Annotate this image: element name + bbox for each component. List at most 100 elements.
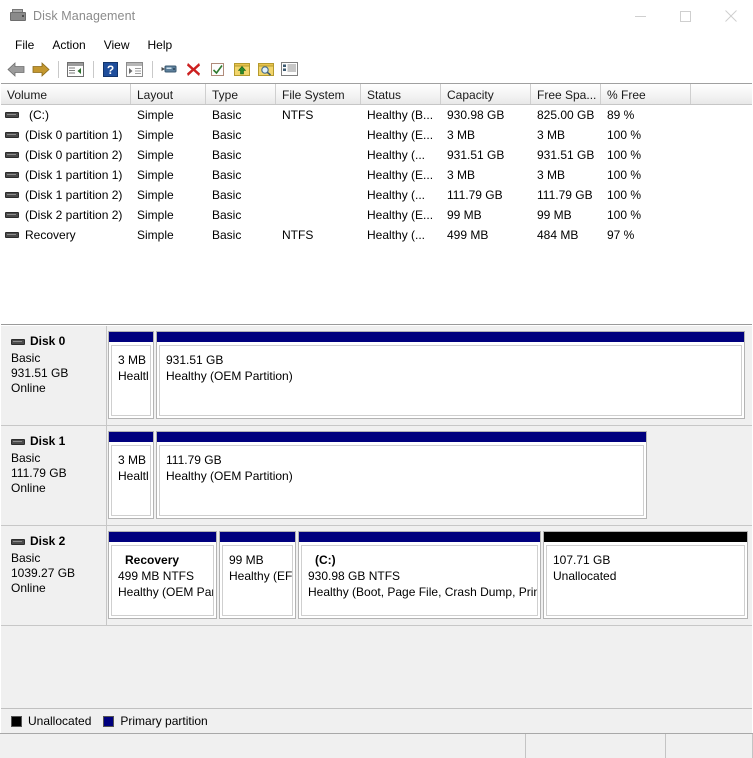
partition-details: Recovery 499 MB NTFS Healthy (OEM Par (111, 545, 214, 616)
cell-status: Healthy (... (367, 188, 426, 202)
partition-block[interactable]: 3 MB Healtl (108, 431, 154, 519)
close-button[interactable] (708, 0, 753, 33)
column-header-file-system[interactable]: File System (276, 84, 361, 104)
cell-free-space: 931.51 GB (537, 148, 595, 162)
disk-partitions-0: 3 MB Healtl 931.51 GB Healthy (OEM Parti… (107, 326, 752, 425)
disk-name-label: Disk 2 (30, 534, 66, 548)
window-title: Disk Management (33, 9, 136, 23)
volume-label: (Disk 1 partition 2) (25, 188, 123, 202)
column-header-layout[interactable]: Layout (131, 84, 206, 104)
cell-capacity: 99 MB (447, 208, 482, 222)
disk-info-2[interactable]: Disk 2 Basic 1039.27 GB Online (1, 526, 107, 625)
cell-status: Healthy (E... (367, 128, 434, 142)
show-hide-action-pane-icon[interactable] (123, 58, 146, 80)
svg-text:?: ? (107, 63, 114, 77)
disk-state-label: Online (11, 481, 46, 495)
cell-capacity: 111.79 GB (447, 188, 503, 202)
partition-block[interactable]: 111.79 GB Healthy (OEM Partition) (156, 431, 647, 519)
disk-row-1[interactable]: Disk 1 Basic 111.79 GB Online 3 MB Healt… (1, 426, 752, 526)
table-row[interactable]: (Disk 0 partition 2) Simple Basic Health… (1, 145, 752, 165)
partition-details: 3 MB Healtl (111, 445, 151, 516)
table-row[interactable]: Recovery Simple Basic NTFS Healthy (... … (1, 225, 752, 245)
table-row[interactable]: (Disk 1 partition 2) Simple Basic Health… (1, 185, 752, 205)
column-header-status[interactable]: Status (361, 84, 441, 104)
disk-info-0[interactable]: Disk 0 Basic 931.51 GB Online (1, 326, 107, 425)
cell-status: Healthy (... (367, 228, 426, 242)
partition-block[interactable]: 107.71 GB Unallocated (543, 531, 748, 619)
cell-volume: Recovery (1, 226, 131, 244)
examine-icon[interactable] (254, 58, 277, 80)
column-header-free-space[interactable]: Free Spa... (531, 84, 601, 104)
drive-icon (11, 538, 25, 546)
volume-label: (Disk 2 partition 2) (25, 208, 123, 222)
cell-layout: Simple (137, 148, 174, 162)
drive-icon (5, 131, 19, 139)
table-row[interactable]: (Disk 0 partition 1) Simple Basic Health… (1, 125, 752, 145)
partition-size: 930.98 GB NTFS (308, 569, 401, 583)
menu-item-view[interactable]: View (95, 35, 139, 55)
partition-block[interactable]: 99 MB Healthy (EFI (219, 531, 296, 619)
properties-icon[interactable] (158, 58, 181, 80)
partition-block[interactable]: 931.51 GB Healthy (OEM Partition) (156, 331, 745, 419)
column-header-volume[interactable]: Volume (1, 84, 131, 104)
drive-icon (5, 111, 19, 119)
partition-color-bar (157, 332, 744, 343)
menu-item-file[interactable]: File (6, 35, 43, 55)
table-row[interactable]: (Disk 2 partition 2) Simple Basic Health… (1, 205, 752, 225)
partition-block[interactable]: Recovery 499 MB NTFS Healthy (OEM Par (108, 531, 217, 619)
disk-management-icon (10, 8, 26, 24)
back-icon[interactable] (5, 58, 28, 80)
disk-state-label: Online (11, 381, 46, 395)
disk-type-label: Basic (11, 451, 41, 465)
table-row[interactable]: (C:) Simple Basic NTFS Healthy (B... 930… (1, 105, 752, 125)
cell-layout: Simple (137, 188, 174, 202)
table-row[interactable]: (Disk 1 partition 1) Simple Basic Health… (1, 165, 752, 185)
status-bar (0, 733, 753, 758)
cell-type: Basic (212, 228, 242, 242)
partition-block[interactable]: (C:) 930.98 GB NTFS Healthy (Boot, Page … (298, 531, 541, 619)
menu-item-help[interactable]: Help (139, 35, 182, 55)
disk-row-0[interactable]: Disk 0 Basic 931.51 GB Online 3 MB Healt… (1, 326, 752, 426)
cell-percent-free: 100 % (607, 208, 642, 222)
cell-type: Basic (212, 148, 242, 162)
partition-status: Healtl (118, 369, 149, 383)
column-header-percent-free[interactable]: % Free (601, 84, 691, 104)
help-icon[interactable]: ? (99, 58, 122, 80)
disk-partitions-2: Recovery 499 MB NTFS Healthy (OEM Par 99… (107, 526, 752, 625)
new-volume-icon[interactable] (230, 58, 253, 80)
partition-color-bar (109, 532, 216, 543)
partition-status: Healthy (Boot, Page File, Crash Dump, Pr… (308, 585, 538, 599)
show-hide-console-tree-icon[interactable] (64, 58, 87, 80)
column-header-spacer[interactable] (691, 84, 752, 104)
partition-status: Healthy (OEM Par (118, 585, 214, 599)
partition-block[interactable]: 3 MB Healtl (108, 331, 154, 419)
toolbar-separator (58, 60, 59, 78)
partition-details: 99 MB Healthy (EFI (222, 545, 293, 616)
minimize-button[interactable] (618, 0, 663, 33)
status-segment-main (0, 734, 526, 758)
list-view-icon[interactable] (278, 58, 301, 80)
volume-label: (Disk 1 partition 1) (25, 168, 123, 182)
delete-icon[interactable] (182, 58, 205, 80)
column-header-capacity[interactable]: Capacity (441, 84, 531, 104)
legend-label: Unallocated (28, 714, 92, 728)
column-header-type[interactable]: Type (206, 84, 276, 104)
volume-label: (Disk 0 partition 2) (25, 148, 123, 162)
partition-status: Healthy (OEM Partition) (166, 469, 293, 483)
cell-volume: (Disk 0 partition 2) (1, 146, 131, 164)
partition-details: 111.79 GB Healthy (OEM Partition) (159, 445, 644, 516)
cell-volume: (Disk 0 partition 1) (1, 126, 131, 144)
legend-item-unallocated: Unallocated (11, 714, 91, 728)
menu-item-action[interactable]: Action (43, 35, 94, 55)
cell-status: Healthy (E... (367, 168, 434, 182)
cell-free-space: 484 MB (537, 228, 579, 242)
rescan-disks-icon[interactable] (206, 58, 229, 80)
disk-info-1[interactable]: Disk 1 Basic 111.79 GB Online (1, 426, 107, 525)
maximize-button[interactable] (663, 0, 708, 33)
disk-size-label: 931.51 GB (11, 366, 69, 380)
cell-capacity: 3 MB (447, 128, 476, 142)
cell-status: Healthy (... (367, 148, 426, 162)
forward-icon[interactable] (29, 58, 52, 80)
cell-volume: (Disk 1 partition 1) (1, 166, 131, 184)
disk-row-2[interactable]: Disk 2 Basic 1039.27 GB Online Recovery … (1, 526, 752, 626)
